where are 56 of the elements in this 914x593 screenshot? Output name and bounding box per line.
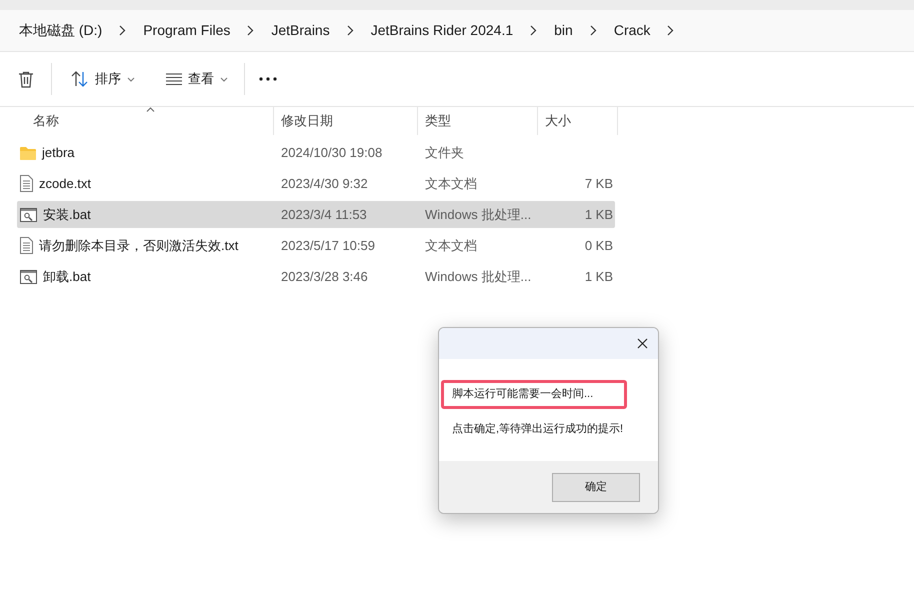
chevron-right-icon[interactable] xyxy=(119,25,126,36)
close-icon[interactable] xyxy=(637,338,648,349)
column-header[interactable]: 修改日期 xyxy=(281,111,333,131)
sort-up-icon xyxy=(146,107,155,112)
size-cell-text: 0 KB xyxy=(584,236,613,255)
file-row[interactable]: 安装.bat 2023/3/4 11:53 Windows 批处理... 1 KB xyxy=(17,201,615,228)
date-cell-text: 2023/5/17 10:59 xyxy=(280,236,376,255)
caret-icon xyxy=(220,76,228,82)
type-cell-text: 文件夹 xyxy=(424,144,465,162)
document-icon xyxy=(20,175,33,192)
date-cell-text: 2024/10/30 19:08 xyxy=(280,144,384,162)
file-row[interactable]: jetbra 2024/10/30 19:08 文件夹 xyxy=(17,139,615,166)
column-header[interactable]: 大小 xyxy=(545,111,571,131)
breadcrumb-item[interactable]: Crack xyxy=(614,20,650,41)
size-cell-text: 7 KB xyxy=(584,174,613,193)
type-cell-text: 文本文档 xyxy=(424,174,478,193)
type-cell-text: Windows 批处理... xyxy=(424,206,532,224)
type-cell-text: 文本文档 xyxy=(424,236,478,255)
date-cell-text: 2023/3/28 3:46 xyxy=(280,268,369,286)
list-icon xyxy=(166,73,182,85)
chevron-right-icon[interactable] xyxy=(247,25,254,36)
document-icon xyxy=(20,237,33,254)
type-cell-text: Windows 批处理... xyxy=(424,268,532,286)
trash-icon[interactable] xyxy=(18,70,34,88)
dialog-message: 脚本运行可能需要一会时间... xyxy=(441,380,627,408)
chevron-right-icon[interactable] xyxy=(590,25,597,36)
breadcrumb-item[interactable]: Program Files xyxy=(143,20,230,41)
file-row[interactable]: 请勿删除本目录，否则激活失效.txt 2023/5/17 10:59 文本文档 0 KB xyxy=(17,232,615,259)
date-cell-text: 2023/3/4 11:53 xyxy=(280,206,368,224)
size-cell-text: 1 KB xyxy=(584,206,613,224)
file-name: jetbra xyxy=(42,144,75,162)
sort-button[interactable]: 排序 xyxy=(69,69,137,89)
column-header[interactable]: 类型 xyxy=(425,111,451,131)
file-row[interactable]: 卸载.bat 2023/3/28 3:46 Windows 批处理... 1 KB xyxy=(17,263,615,290)
chevron-right-icon[interactable] xyxy=(346,25,354,36)
view-button[interactable]: 查看 xyxy=(164,69,230,89)
chevron-right-icon[interactable] xyxy=(530,25,538,36)
caret-icon xyxy=(127,76,135,82)
file-row[interactable]: zcode.txt 2023/4/30 9:32 文本文档 7 KB xyxy=(17,170,615,197)
breadcrumb-item[interactable]: JetBrains Rider 2024.1 xyxy=(370,20,514,41)
column-header[interactable]: 名称 xyxy=(33,111,59,131)
sort-icon xyxy=(71,71,89,87)
file-name: 请勿删除本目录，否则激活失效.txt xyxy=(39,236,238,255)
size-cell-text: 1 KB xyxy=(584,268,613,286)
date-cell-text: 2023/4/30 9:32 xyxy=(280,174,369,193)
folder-icon xyxy=(20,146,36,160)
breadcrumb-item[interactable]: bin xyxy=(554,20,573,41)
chevron-right-icon[interactable] xyxy=(667,25,674,36)
more-icon[interactable] xyxy=(259,77,277,81)
ok-button[interactable]: 确定 xyxy=(552,472,640,502)
breadcrumb-item[interactable]: JetBrains xyxy=(271,20,330,41)
dialog-message: 点击确定,等待弹出运行成功的提示! xyxy=(451,422,624,436)
file-name: 卸载.bat xyxy=(43,268,91,286)
file-name: zcode.txt xyxy=(39,174,92,193)
file-name: 安装.bat xyxy=(43,206,91,224)
breadcrumb-item[interactable]: 本地磁盘 (D:) xyxy=(19,20,102,41)
